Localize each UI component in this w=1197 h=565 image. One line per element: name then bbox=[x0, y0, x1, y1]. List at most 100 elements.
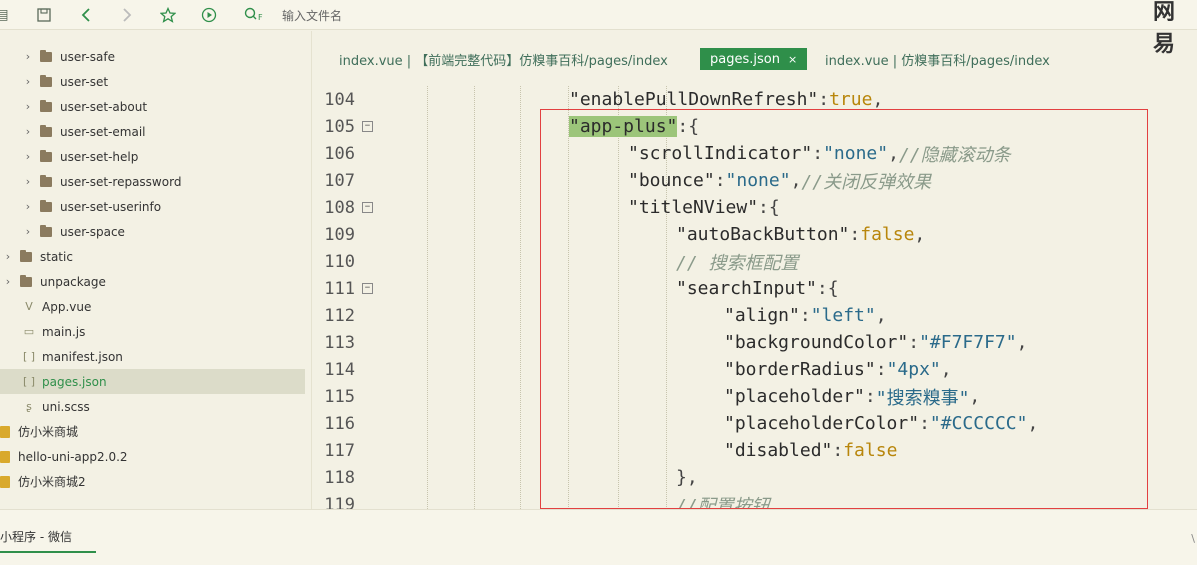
chevron-right-icon[interactable]: › bbox=[22, 100, 34, 113]
line-number: 113 bbox=[313, 329, 383, 356]
line-number: 115 bbox=[313, 383, 383, 410]
tab-index-vue-full[interactable]: index.vue | 【前端完整代码】仿糗事百科/pages/index bbox=[339, 48, 668, 70]
chevron-right-icon[interactable]: › bbox=[22, 150, 34, 163]
line-number-text: 108 bbox=[324, 197, 355, 218]
json-punct: , bbox=[872, 89, 884, 110]
folder-icon bbox=[40, 224, 52, 237]
sidebar-item-label: main.js bbox=[42, 324, 86, 339]
line-number: 110 bbox=[313, 248, 383, 275]
line-number-text: 112 bbox=[324, 305, 355, 326]
sidebar-item[interactable]: [ ] manifest.json bbox=[0, 344, 305, 369]
chevron-right-icon[interactable]: › bbox=[2, 275, 14, 288]
file-search-input[interactable]: 输入文件名 bbox=[282, 7, 342, 24]
tab-pages-json[interactable]: pages.json × bbox=[700, 48, 808, 70]
line-number-text: 113 bbox=[324, 332, 355, 353]
sidebar-item-label: uni.scss bbox=[42, 399, 90, 414]
sidebar-item[interactable]: › user-set-repassword bbox=[0, 169, 305, 194]
sidebar-item-label: user-set-help bbox=[60, 149, 139, 164]
sidebar-item[interactable]: hello-uni-app2.0.2 bbox=[0, 444, 305, 469]
run-icon[interactable] bbox=[199, 5, 219, 25]
sidebar-item[interactable]: V App.vue bbox=[0, 294, 305, 319]
tab-miniprogram-wechat[interactable]: 小程序 - 微信 bbox=[0, 528, 96, 553]
project-icon bbox=[0, 450, 10, 463]
chevron-right-icon[interactable]: › bbox=[22, 175, 34, 188]
folder-icon bbox=[40, 149, 52, 162]
sidebar-item[interactable]: [ ] pages.json bbox=[0, 369, 305, 394]
line-number: 117 bbox=[313, 437, 383, 464]
line-number-text: 119 bbox=[324, 494, 355, 510]
sidebar-item[interactable]: 仿小米商城2 bbox=[0, 469, 305, 494]
project-sidebar: › user-safe › user-set › user-set-about › user-… bbox=[0, 31, 312, 509]
line-number: 118 bbox=[313, 464, 383, 491]
sidebar-item[interactable]: › user-set bbox=[0, 69, 305, 94]
chevron-right-icon[interactable]: › bbox=[2, 250, 14, 263]
sidebar-item[interactable]: ▭ main.js bbox=[0, 319, 305, 344]
sidebar-item-label: user-set bbox=[60, 74, 109, 89]
sidebar-item[interactable]: › user-set-email bbox=[0, 119, 305, 144]
line-number-text: 106 bbox=[324, 143, 355, 164]
line-number-text: 115 bbox=[324, 386, 355, 407]
fold-toggle-icon[interactable]: − bbox=[362, 283, 373, 294]
line-number: 116 bbox=[313, 410, 383, 437]
file-search-icon[interactable]: F bbox=[243, 5, 267, 25]
sidebar-item[interactable]: › user-set-about bbox=[0, 94, 305, 119]
folder-icon bbox=[20, 249, 32, 262]
annotation-highlight-box bbox=[540, 109, 1148, 509]
save-icon[interactable] bbox=[34, 5, 54, 25]
vue-file-icon: V bbox=[25, 300, 33, 313]
bottom-panel: 小程序 - 微信 \ bbox=[0, 509, 1197, 565]
folder-icon bbox=[40, 124, 52, 137]
chevron-right-icon[interactable]: › bbox=[22, 75, 34, 88]
forward-icon[interactable] bbox=[117, 5, 137, 25]
indent-guide bbox=[520, 86, 521, 509]
line-number-text: 110 bbox=[324, 251, 355, 272]
sidebar-item[interactable]: › user-space bbox=[0, 219, 305, 244]
folder-icon bbox=[40, 174, 52, 187]
chevron-right-icon[interactable]: › bbox=[22, 125, 34, 138]
chevron-right-icon[interactable]: › bbox=[22, 225, 34, 238]
line-number-text: 118 bbox=[324, 467, 355, 488]
folder-icon bbox=[40, 199, 52, 212]
line-number: 105− bbox=[313, 113, 383, 140]
line-number: 108− bbox=[313, 194, 383, 221]
sidebar-item[interactable]: › user-set-userinfo bbox=[0, 194, 305, 219]
sidebar-item-label: user-safe bbox=[60, 49, 115, 64]
sidebar-item-label: 仿小米商城 bbox=[18, 425, 79, 439]
sidebar-item[interactable]: › static bbox=[0, 244, 305, 269]
project-icon bbox=[0, 475, 10, 488]
editor-tab-bar: index.vue | 【前端完整代码】仿糗事百科/pages/index pa… bbox=[313, 44, 1197, 74]
fold-toggle-icon[interactable]: − bbox=[362, 202, 373, 213]
json-punct: : bbox=[818, 89, 830, 110]
sidebar-item[interactable]: › user-set-help bbox=[0, 144, 305, 169]
sidebar-item[interactable]: › user-safe bbox=[0, 44, 305, 69]
sidebar-item-label: user-set-repassword bbox=[60, 174, 182, 189]
sidebar-item[interactable]: 仿小米商城 bbox=[0, 419, 305, 444]
sidebar-item[interactable]: › unpackage bbox=[0, 269, 305, 294]
sidebar-item[interactable]: ʂ uni.scss bbox=[0, 394, 305, 419]
indent-guide bbox=[474, 86, 475, 509]
chevron-right-icon[interactable]: › bbox=[22, 200, 34, 213]
tab-index-vue[interactable]: index.vue | 仿糗事百科/pages/index bbox=[825, 48, 1050, 70]
back-icon[interactable] bbox=[76, 5, 96, 25]
sidebar-item-label: App.vue bbox=[42, 299, 92, 314]
sidebar-item-label: user-set-userinfo bbox=[60, 199, 162, 214]
tab-label: index.vue | 仿糗事百科/pages/index bbox=[825, 53, 1050, 69]
folder-icon bbox=[40, 99, 52, 112]
menu-icon[interactable]: ▤ bbox=[0, 5, 12, 25]
tab-label: pages.json bbox=[710, 51, 780, 67]
line-number-text: 109 bbox=[324, 224, 355, 245]
star-icon[interactable] bbox=[158, 5, 178, 25]
close-icon[interactable]: × bbox=[788, 53, 797, 66]
line-number: 112 bbox=[313, 302, 383, 329]
panel-resize-handle[interactable]: \ bbox=[1191, 532, 1195, 545]
line-number-text: 105 bbox=[324, 116, 355, 137]
json-file-icon: [ ] bbox=[22, 375, 36, 388]
sidebar-item-label: unpackage bbox=[40, 274, 106, 289]
chevron-right-icon[interactable]: › bbox=[22, 50, 34, 63]
scss-file-icon: ʂ bbox=[26, 400, 32, 413]
line-number-text: 117 bbox=[324, 440, 355, 461]
fold-toggle-icon[interactable]: − bbox=[362, 121, 373, 132]
tab-label: index.vue | 【前端完整代码】仿糗事百科/pages/index bbox=[339, 53, 668, 69]
line-number-text: 114 bbox=[324, 359, 355, 380]
sidebar-item-label: static bbox=[40, 249, 73, 264]
